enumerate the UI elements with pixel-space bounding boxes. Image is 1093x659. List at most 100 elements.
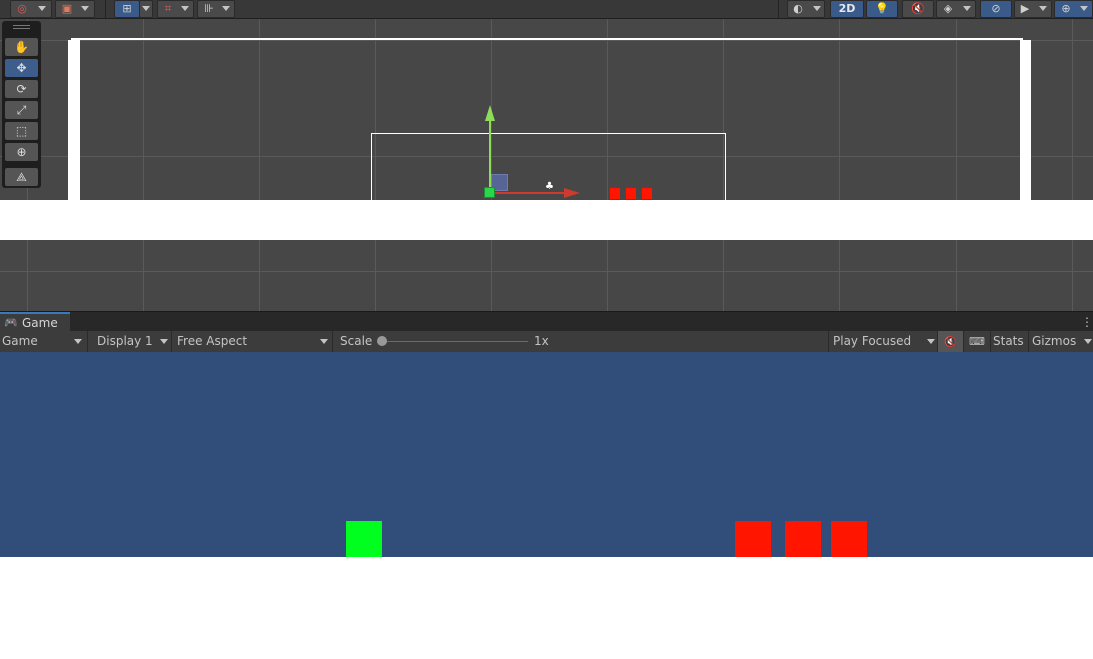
enemy-sprite — [831, 521, 867, 557]
grid-line — [956, 19, 957, 311]
move-gizmo-x-axis[interactable] — [490, 192, 566, 194]
shading-mode-button[interactable]: ◐ — [787, 0, 825, 18]
tab-game[interactable]: 🎮 Game — [0, 312, 70, 332]
transform-icon: ⊕ — [16, 145, 27, 159]
grid-line — [0, 40, 1093, 41]
play-mode-select[interactable]: Play Focused — [828, 331, 938, 352]
enemy-object[interactable] — [626, 188, 636, 199]
rect-tool[interactable]: ⬚ — [5, 122, 38, 140]
arrow-right-icon[interactable] — [564, 188, 580, 198]
game-tabbar: 🎮 Game ⋮ — [0, 311, 1093, 332]
transform-toggle-icon: ⊞ — [122, 2, 132, 15]
camera-settings-button[interactable]: ▶ — [1014, 0, 1052, 18]
aspect-select-value: Free Aspect — [177, 334, 248, 348]
custom-tool-icon: ⟁ — [16, 170, 27, 184]
play-mode-value: Play Focused — [833, 334, 912, 348]
rect-icon: ⬚ — [15, 124, 28, 138]
ground-platform[interactable] — [0, 200, 1093, 240]
chevron-down-icon — [81, 6, 89, 11]
scale-label: Scale — [340, 334, 373, 348]
audio-mute-icon: 🔇 — [944, 337, 957, 348]
enemy-object[interactable] — [610, 188, 620, 199]
chevron-down-icon — [927, 339, 935, 344]
gamepad-icon: 🎮 — [4, 316, 18, 329]
audio-source-icon: ♣ — [545, 181, 554, 192]
chevron-down-icon — [320, 339, 328, 344]
chevron-down-icon — [74, 339, 82, 344]
visibility-icon: ⊘ — [991, 2, 1001, 15]
gizmos-icon: ⊕ — [1061, 2, 1071, 15]
view-select[interactable]: Game — [0, 331, 88, 352]
enemy-sprite — [735, 521, 771, 557]
keyboard-icon: ⌨ — [969, 335, 985, 348]
scale-slider-thumb[interactable] — [377, 336, 387, 346]
gizmos-button[interactable]: ⊕ — [1054, 0, 1093, 18]
transform-tool[interactable]: ⊕ — [5, 143, 38, 161]
chevron-down-icon — [142, 6, 150, 11]
left-wall[interactable] — [68, 40, 80, 200]
scale-slider-track[interactable] — [382, 341, 528, 342]
chevron-down-icon — [222, 6, 230, 11]
scale-value: 1x — [534, 334, 549, 348]
move-icon: ✥ — [16, 61, 27, 75]
chevron-down-icon — [38, 6, 46, 11]
chevron-down-icon — [160, 339, 168, 344]
player-sprite — [346, 521, 382, 557]
scene-toolbar: ◎ ▣ ⊞ ⌗ ⊪ ◐ 2D 💡 🔇 ◈ ⊘ ▶ ⊕ — [0, 0, 1093, 19]
audio-toggle-button[interactable]: 🔇 — [902, 0, 934, 18]
lighting-toggle-button[interactable]: 💡 — [866, 0, 898, 18]
mute-audio-button[interactable]: 🔇 — [938, 331, 964, 352]
scene-view[interactable]: ♣ — [0, 19, 1093, 311]
chevron-down-icon[interactable] — [1084, 339, 1092, 344]
move-gizmo-center[interactable] — [484, 187, 495, 198]
scene-visibility-button[interactable]: ⊘ — [980, 0, 1012, 18]
2d-toggle-button[interactable]: 2D — [830, 0, 864, 18]
chevron-down-icon — [181, 6, 189, 11]
drag-handle-icon[interactable] — [13, 25, 30, 29]
effects-button[interactable]: ◈ — [936, 0, 976, 18]
grid-line — [143, 19, 144, 311]
effects-icon: ◈ — [943, 2, 953, 15]
game-toolbar: Game Display 1 Free Aspect Scale 1x Play… — [0, 331, 1093, 353]
hand-tool[interactable]: ✋ — [5, 38, 38, 56]
game-view[interactable] — [0, 352, 1093, 557]
draw-mode-button[interactable]: ◎ — [10, 0, 52, 18]
draw-mode-icon: ◎ — [17, 2, 27, 15]
gizmos-toggle[interactable]: Gizmos — [1029, 331, 1083, 352]
scale-tool[interactable]: ⤢ — [5, 101, 38, 119]
hand-icon: ✋ — [14, 40, 29, 54]
stats-button[interactable]: Stats — [991, 331, 1029, 352]
grid-snap-button[interactable]: ⊪ — [197, 0, 235, 18]
chevron-down-icon — [1080, 6, 1088, 11]
aspect-select[interactable]: Free Aspect — [173, 331, 333, 352]
enemy-object[interactable] — [642, 188, 652, 199]
grid-line — [0, 271, 1093, 272]
shortcuts-button[interactable]: ⌨ — [964, 331, 991, 352]
more-options-icon[interactable]: ⋮ — [1081, 315, 1093, 329]
shading-icon: ◐ — [793, 2, 803, 15]
chevron-down-icon — [963, 6, 971, 11]
chevron-down-icon — [1039, 6, 1047, 11]
scale-icon: ⤢ — [16, 103, 27, 117]
view-select-value: Game — [2, 334, 38, 348]
snap-button[interactable]: ⌗ — [157, 0, 194, 18]
ceiling-edge[interactable] — [71, 38, 1023, 40]
rotate-tool[interactable]: ⟳ — [5, 80, 38, 98]
toolbar-divider — [778, 0, 779, 18]
display-select-value: Display 1 — [97, 334, 153, 348]
transform-dropdown[interactable] — [139, 0, 153, 18]
lighting-icon: 💡 — [875, 2, 889, 15]
custom-editor-tool[interactable]: ⟁ — [5, 168, 38, 186]
move-tool[interactable]: ✥ — [5, 59, 38, 77]
render-paths-button[interactable]: ▣ — [55, 0, 95, 18]
grid-line — [839, 19, 840, 311]
right-wall[interactable] — [1020, 40, 1031, 200]
move-gizmo-y-axis[interactable] — [489, 119, 491, 191]
render-paths-icon: ▣ — [61, 2, 73, 15]
grid-line — [259, 19, 260, 311]
rotate-icon: ⟳ — [16, 82, 27, 96]
transform-toggle-button[interactable]: ⊞ — [114, 0, 140, 18]
display-select[interactable]: Display 1 — [92, 331, 172, 352]
grid-snap-icon: ⊪ — [204, 2, 214, 15]
arrow-up-icon[interactable] — [485, 105, 495, 121]
